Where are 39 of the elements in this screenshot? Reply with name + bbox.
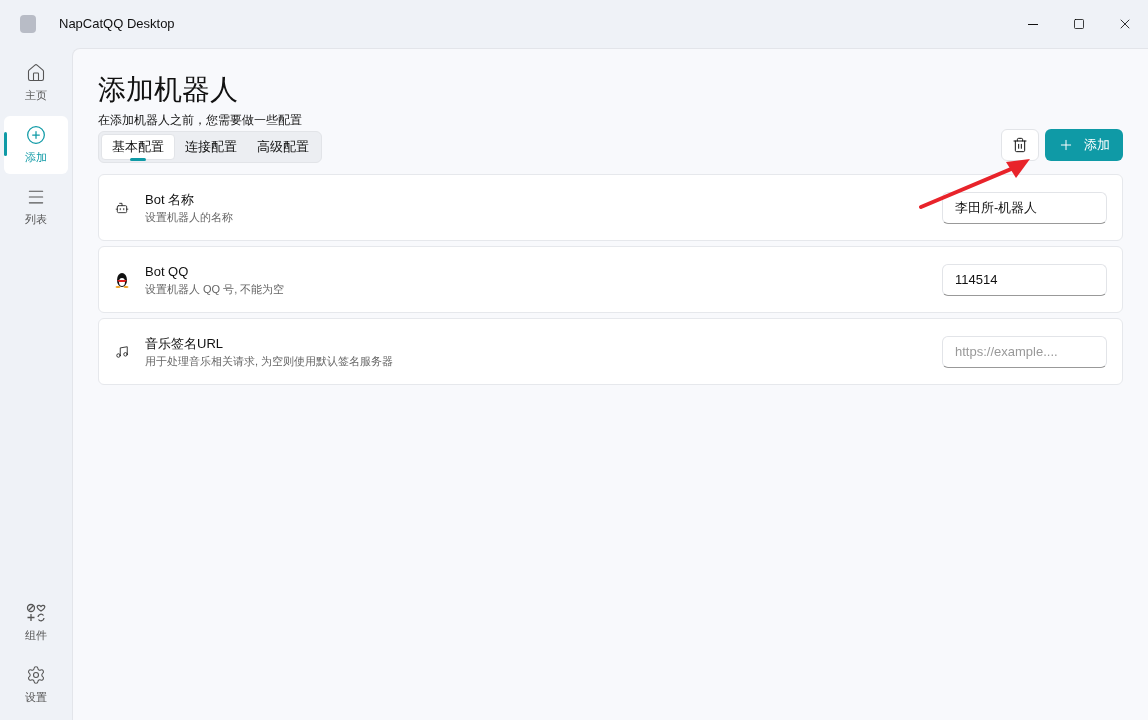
nav-item[interactable]: 主页 (4, 54, 68, 112)
setting-title: 音乐签名URL (145, 334, 224, 353)
delete-button[interactable] (1001, 129, 1039, 161)
app-logo (20, 15, 36, 33)
minimize-icon (1028, 23, 1038, 25)
nav-label: 添加 (25, 149, 47, 165)
setting-title: Bot 名称 (145, 190, 196, 209)
nav-label: 组件 (25, 627, 47, 643)
music-note-icon (115, 343, 129, 360)
nav-label: 列表 (25, 211, 47, 227)
text-input[interactable]: 114514 (942, 263, 1107, 296)
components-icon (26, 602, 46, 623)
page-title: 添加机器人 (98, 73, 239, 107)
selection-indicator (4, 132, 7, 156)
tab[interactable]: 基本配置 (101, 134, 175, 160)
page-subtitle: 在添加机器人之前，您需要做一些配置 (98, 112, 303, 129)
plus-icon (1058, 137, 1074, 153)
setting-description: 设置机器人 QQ 号, 不能为空 (145, 282, 285, 297)
setting-title: Bot QQ (145, 262, 190, 281)
nav-label: 主页 (25, 87, 47, 103)
home-icon (26, 62, 46, 83)
nav-label: 设置 (25, 689, 47, 705)
nav-item[interactable]: 设置 (4, 656, 68, 714)
nav-item[interactable]: 添加 (4, 116, 68, 174)
penguin-icon (115, 271, 129, 288)
settings-icon (26, 664, 46, 685)
nav-item[interactable]: 列表 (4, 178, 68, 236)
plus-circle-icon (26, 124, 46, 145)
tab[interactable]: 连接配置 (175, 134, 247, 160)
tab-indicator (130, 158, 146, 161)
text-input[interactable]: 李田所-机器人 (942, 191, 1107, 224)
tab[interactable]: 高级配置 (247, 134, 319, 160)
setting-description: 用于处理音乐相关请求, 为空则使用默认签名服务器 (145, 354, 394, 369)
trash-icon (1012, 137, 1028, 153)
text-input[interactable]: https://example.... (942, 335, 1107, 368)
maximize-icon (1073, 18, 1085, 30)
window-title: NapCatQQ Desktop (59, 15, 175, 34)
nav-item[interactable]: 组件 (4, 594, 68, 652)
setting-description: 设置机器人的名称 (145, 210, 233, 225)
